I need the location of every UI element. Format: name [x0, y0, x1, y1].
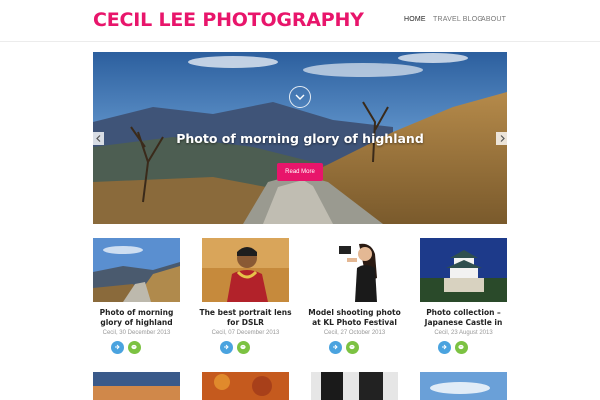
share-icons [420, 341, 507, 355]
post-thumbnail[interactable] [311, 372, 398, 400]
nav-item-about[interactable]: ABOUT [481, 16, 506, 23]
hero-slider: Photo of morning glory of highland Read … [93, 52, 507, 224]
site-header: CECIL LEE PHOTOGRAPHY HOME TRAVEL BLOG A… [0, 0, 600, 42]
share-icon[interactable] [220, 341, 233, 354]
slider-prev-button[interactable] [93, 132, 104, 145]
wechat-icon[interactable] [346, 341, 359, 354]
post-meta: Cecil, 27 October 2013 [323, 330, 386, 336]
post-thumbnail[interactable] [420, 238, 507, 302]
post-thumbnail[interactable] [93, 372, 180, 400]
post-thumbnail[interactable] [420, 372, 507, 400]
wechat-icon[interactable] [128, 341, 141, 354]
read-more-button[interactable]: Read More [277, 163, 323, 181]
share-icon[interactable] [329, 341, 342, 354]
share-icons [93, 341, 180, 355]
share-icons [202, 341, 289, 355]
post-meta: Cecil, 30 December 2013 [102, 330, 171, 336]
slider-next-button[interactable] [496, 132, 507, 145]
post-title[interactable]: Photo of morning glory of highland [89, 308, 184, 328]
nav-item-travel-blog[interactable]: TRAVEL BLOG [433, 16, 483, 23]
post-title[interactable]: Model shooting photo at KL Photo Festiva… [307, 308, 402, 328]
hero-scroll-down-button[interactable] [289, 86, 311, 108]
share-icons [311, 341, 398, 355]
main-nav: HOME TRAVEL BLOG ABOUT [0, 16, 600, 28]
share-icon[interactable] [438, 341, 451, 354]
chevron-down-icon [295, 94, 305, 100]
post-thumbnail[interactable] [93, 238, 180, 302]
wechat-icon[interactable] [455, 341, 468, 354]
post-title[interactable]: The best portrait lens for DSLR [198, 308, 293, 328]
post-thumbnail[interactable] [202, 238, 289, 302]
post-meta: Cecil, 07 December 2013 [211, 330, 280, 336]
wechat-icon[interactable] [237, 341, 250, 354]
post-thumbnail[interactable] [311, 238, 398, 302]
nav-item-home[interactable]: HOME [404, 16, 426, 23]
chevron-right-icon [500, 135, 505, 142]
post-title[interactable]: Photo collection – Japanese Castle in [416, 308, 511, 328]
post-meta: Cecil, 23 August 2013 [434, 330, 493, 336]
post-thumbnail[interactable] [202, 372, 289, 400]
share-icon[interactable] [111, 341, 124, 354]
chevron-left-icon [96, 135, 101, 142]
hero-title: Photo of morning glory of highland [176, 131, 424, 146]
